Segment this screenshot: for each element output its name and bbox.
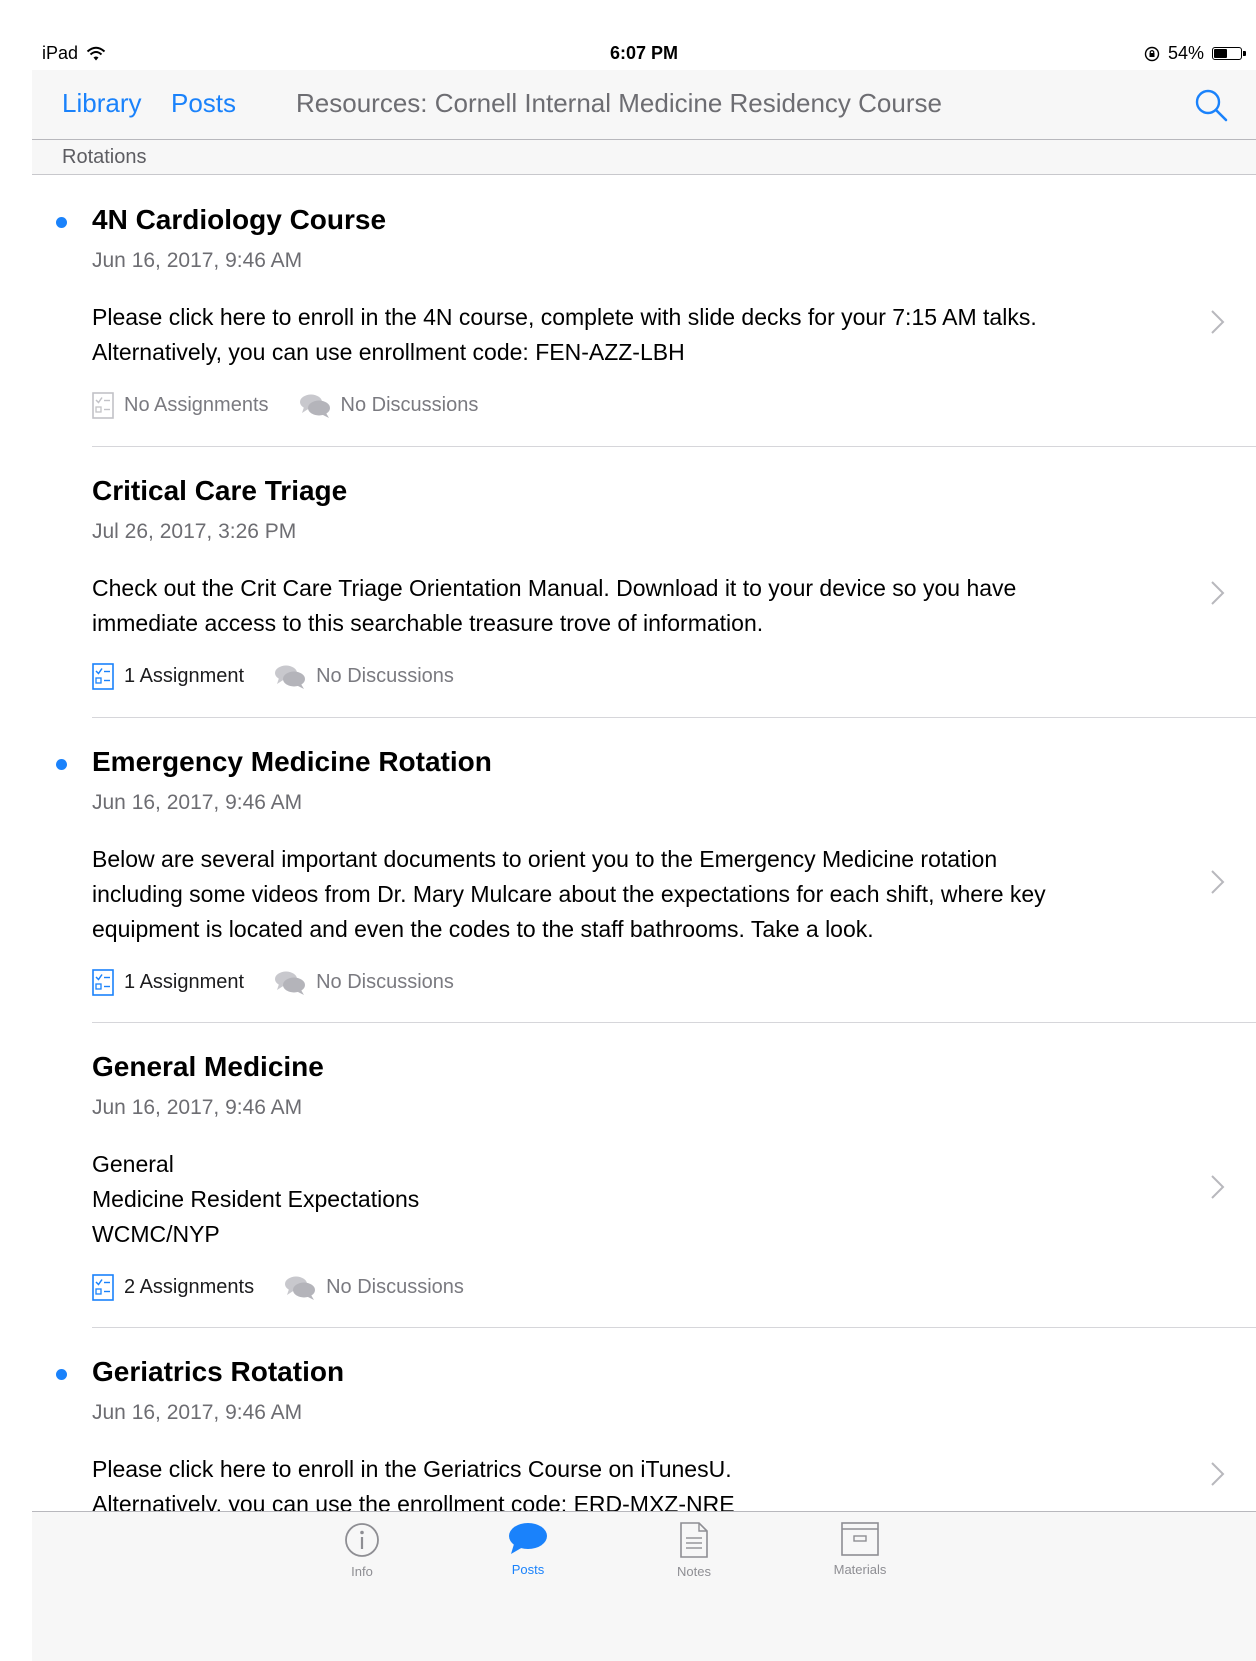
tab-label-materials: Materials [833, 1562, 887, 1577]
discussion-icon [299, 394, 330, 418]
post-meta: 1 Assignment No Discussions [92, 969, 454, 996]
status-bar: iPad 6:07 PM 54% [32, 36, 1256, 70]
posts-link[interactable]: Posts [171, 88, 236, 119]
assignment-icon [92, 392, 114, 419]
discussions-count: No Discussions [316, 665, 454, 687]
notes-icon [680, 1522, 708, 1558]
chevron-right-icon [1211, 310, 1225, 334]
post-meta: No Assignments No Discussions [92, 392, 478, 419]
post-date: Jun 16, 2017, 9:46 AM [92, 249, 303, 272]
tab-label-posts: Posts [511, 1562, 545, 1577]
search-icon[interactable] [1192, 86, 1230, 124]
chevron-right-icon [1211, 1175, 1225, 1199]
post-list: 4N Cardiology Course Jun 16, 2017, 9:46 A… [32, 176, 1256, 1528]
library-link[interactable]: Library [62, 88, 141, 119]
tab-label-info: Info [351, 1564, 373, 1579]
tab-notes[interactable]: Notes [644, 1522, 744, 1579]
assignments-count: No Assignments [124, 394, 269, 416]
post-title: Geriatrics Rotation [92, 1356, 345, 1387]
discussions-count: No Discussions [326, 1276, 464, 1298]
page-title: Resources: Cornell Internal Medicine Res… [296, 88, 942, 118]
unread-indicator [56, 217, 67, 228]
battery-icon [1212, 47, 1246, 60]
post-date: Jun 16, 2017, 9:46 AM [92, 1401, 303, 1424]
post-item[interactable]: General Medicine Jun 16, 2017, 9:46 AM Gen… [32, 1023, 1256, 1328]
info-icon [345, 1523, 379, 1557]
unread-indicator [56, 1369, 67, 1380]
post-body: Please click here to enroll in the 4N co… [92, 304, 1037, 365]
post-title: Critical Care Triage [92, 475, 348, 506]
post-title: Emergency Medicine Rotation [92, 746, 492, 777]
assignments-count: 1 Assignment [124, 665, 245, 687]
post-date: Jul 26, 2017, 3:26 PM [92, 520, 297, 543]
assignments-count: 2 Assignments [124, 1276, 255, 1298]
post-body: Check out the Crit Care Triage Orientati… [92, 575, 1017, 636]
discussion-icon [275, 971, 306, 995]
tab-info[interactable]: Info [312, 1522, 412, 1579]
section-label: Rotations [62, 146, 147, 168]
assignment-icon [92, 1274, 114, 1301]
tab-materials[interactable]: Materials [810, 1522, 910, 1577]
post-meta: 1 Assignment No Discussions [92, 663, 454, 690]
navigation-bar: Library Posts Resources: Cornell Interna… [32, 70, 1256, 175]
post-item[interactable]: Geriatrics Rotation Jun 16, 2017, 9:46 AM… [32, 1328, 1256, 1528]
discussion-icon [275, 665, 306, 689]
chevron-right-icon [1211, 870, 1225, 894]
materials-icon [841, 1522, 879, 1556]
app-screen: iPad 6:07 PM 54% Library Posts Resources… [32, 36, 1256, 1661]
unread-indicator [56, 759, 67, 770]
post-body: Below are several important documents to… [92, 846, 1046, 942]
assignment-icon [92, 969, 114, 996]
chevron-right-icon [1211, 1462, 1225, 1486]
post-item[interactable]: Emergency Medicine Rotation Jun 16, 2017,… [32, 718, 1256, 1023]
discussions-count: No Discussions [316, 971, 454, 993]
tab-label-notes: Notes [677, 1564, 711, 1579]
battery-percent: 54% [1167, 43, 1204, 63]
status-right: 54% [1144, 43, 1246, 64]
discussions-count: No Discussions [340, 394, 479, 416]
nav-top: Library Posts Resources: Cornell Interna… [32, 70, 1256, 140]
post-item[interactable]: Critical Care Triage Jul 26, 2017, 3:26 P… [32, 447, 1256, 718]
post-meta: 2 Assignments No Discussions [92, 1274, 464, 1301]
assignments-count: 1 Assignment [124, 971, 245, 993]
discussion-icon [285, 1276, 316, 1300]
post-title: General Medicine [92, 1051, 324, 1082]
post-date: Jun 16, 2017, 9:46 AM [92, 791, 303, 814]
tab-posts[interactable]: Posts [478, 1522, 578, 1577]
assignment-icon [92, 663, 114, 690]
rotation-lock-icon [1144, 46, 1160, 61]
post-date: Jun 16, 2017, 9:46 AM [92, 1096, 303, 1119]
status-time: 6:07 PM [609, 43, 679, 63]
chevron-right-icon [1211, 581, 1225, 605]
post-item[interactable]: 4N Cardiology Course Jun 16, 2017, 9:46 A… [32, 176, 1256, 447]
post-title: 4N Cardiology Course [92, 204, 387, 235]
post-body: General Medicine Resident Expectations W… [92, 1151, 420, 1247]
battery-level [1214, 49, 1228, 58]
posts-icon [509, 1523, 547, 1554]
tab-bar: Info Posts Notes Materials [32, 1511, 1256, 1661]
